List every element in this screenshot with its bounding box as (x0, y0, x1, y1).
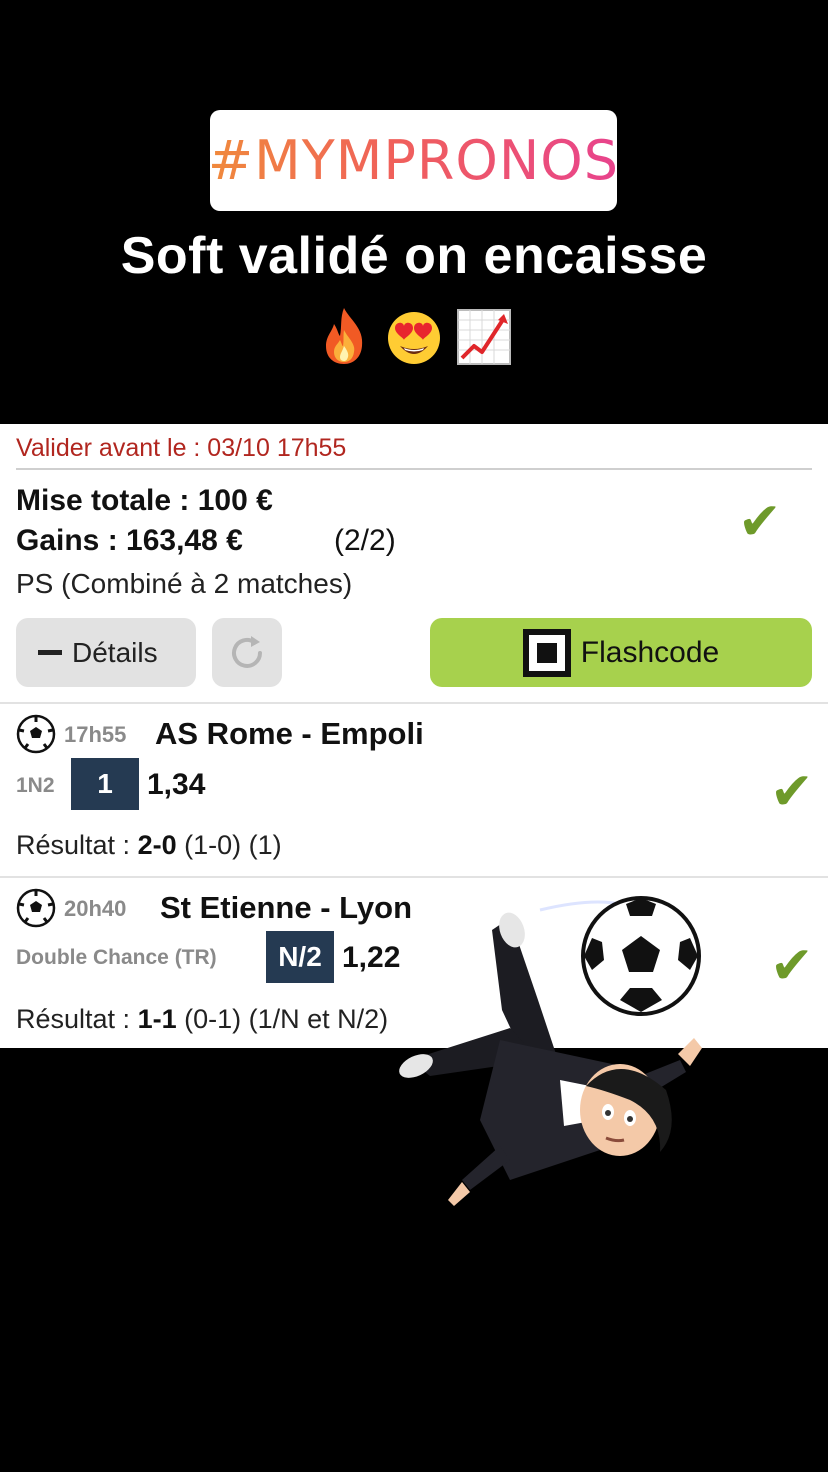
match-result: Résultat : 1-1 (0-1) (1/N et N/2) (16, 1004, 388, 1035)
hashtag-sticker: #MYMPRONOS (207, 110, 620, 211)
refresh-icon (232, 635, 262, 668)
check-icon: ✔ (770, 762, 814, 822)
fire-emoji (326, 308, 363, 364)
refresh-button[interactable] (212, 618, 282, 687)
details-label: Détails (72, 636, 158, 668)
market-label: Double Chance (TR) (16, 946, 217, 969)
heart-eyes-emoji (388, 312, 440, 364)
result-detail: (1-0) (1) (176, 830, 282, 860)
total-stake: Mise totale : 100 € (16, 484, 273, 517)
emoji-row (0, 306, 828, 370)
story-caption: Soft validé on encaisse (120, 227, 708, 285)
hashtag-text: #MYMPRONOS (207, 129, 620, 192)
bet-type: PS (Combiné à 2 matches) (16, 568, 353, 599)
deadline-text: Valider avant le : 03/10 17h55 (16, 434, 347, 462)
market-label: 1N2 (16, 774, 55, 797)
gains-count: (2/2) (334, 524, 396, 557)
result-score: 1-1 (137, 1004, 177, 1034)
match-result: Résultat : 2-0 (1-0) (1) (16, 830, 282, 861)
match-time: 17h55 (64, 722, 127, 747)
result-label: Résultat : (16, 830, 138, 860)
divider (0, 702, 828, 704)
selection-badge: N/2 (266, 931, 334, 983)
result-score: 2-0 (137, 830, 177, 860)
check-icon: ✔ (770, 936, 814, 996)
minus-icon (38, 650, 62, 655)
soccer-ball-icon (581, 896, 701, 1016)
check-icon: ✔ (738, 492, 782, 552)
total-gains: Gains : 163,48 € (16, 524, 243, 557)
result-label: Résultat : (16, 1004, 138, 1034)
bicycle-kick-sticker (399, 896, 702, 1206)
result-detail: (0-1) (1/N et N/2) (176, 1004, 389, 1034)
divider (0, 876, 828, 878)
flashcode-label: Flashcode (580, 635, 720, 669)
match-teams: AS Rome - Empoli (155, 716, 424, 751)
details-button[interactable]: Détails (16, 618, 196, 687)
qr-icon (522, 628, 571, 677)
odds-value: 1,34 (147, 768, 206, 801)
flashcode-button[interactable]: Flashcode (430, 618, 812, 687)
selection-badge: 1 (71, 758, 139, 810)
soccer-ball-icon (16, 888, 56, 928)
soccer-ball-icon (16, 714, 56, 754)
match-teams: St Etienne - Lyon (160, 890, 413, 925)
match-time: 20h40 (64, 896, 127, 921)
chart-increasing-emoji (457, 309, 511, 365)
divider (16, 468, 812, 470)
